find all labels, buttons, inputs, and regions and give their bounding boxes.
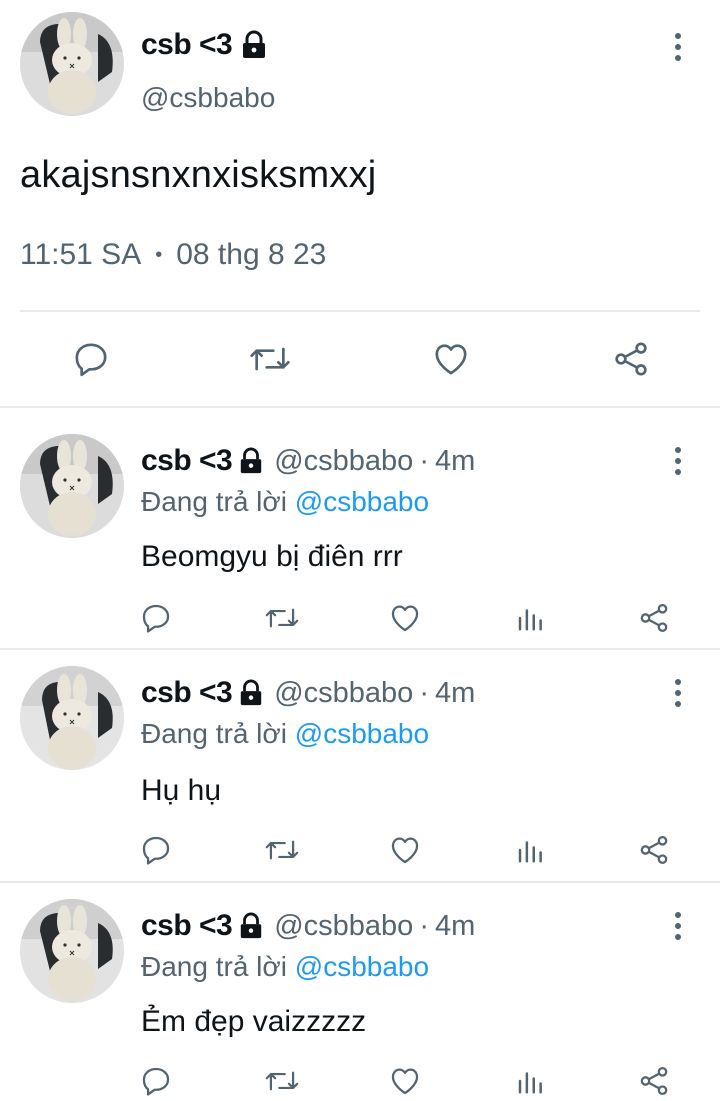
- replying-prefix: Đang trả lời: [141, 718, 287, 749]
- tweet-timestamp[interactable]: 11:51 SA • 08 thg 8 23: [20, 238, 326, 272]
- share-button[interactable]: [634, 830, 674, 870]
- retweet-button[interactable]: [262, 598, 302, 638]
- more-icon[interactable]: [668, 444, 688, 478]
- display-name-text[interactable]: csb <3: [141, 28, 233, 62]
- avatar-image: [20, 666, 124, 770]
- reply-button[interactable]: [68, 336, 114, 382]
- share-button[interactable]: [634, 1061, 674, 1101]
- retweet-button[interactable]: [246, 336, 294, 382]
- mention-link[interactable]: @csbbabo: [295, 486, 429, 517]
- reply-header: csb <3 @csbbabo · 4m: [141, 676, 475, 710]
- tweet-text: Hụ hụ: [141, 774, 222, 807]
- like-icon: [391, 1068, 419, 1095]
- timestamp[interactable]: 4m: [435, 910, 475, 943]
- avatar[interactable]: [20, 12, 124, 116]
- avatar-image: [20, 434, 124, 538]
- share-button[interactable]: [608, 336, 654, 382]
- retweet-icon: [250, 347, 290, 371]
- analytics-button[interactable]: [510, 1061, 550, 1101]
- share-icon: [640, 835, 668, 865]
- handle[interactable]: @csbbabo: [141, 82, 275, 114]
- share-icon: [640, 1066, 668, 1096]
- more-icon[interactable]: [668, 676, 688, 710]
- reply-button[interactable]: [136, 830, 176, 870]
- tweet-time: 11:51 SA: [20, 238, 142, 271]
- avatar-image: [20, 899, 124, 1003]
- reply-header: csb <3 @csbbabo · 4m: [141, 909, 475, 943]
- avatar[interactable]: [20, 899, 124, 1003]
- handle[interactable]: @csbbabo: [274, 910, 413, 943]
- reply-icon: [142, 1067, 170, 1096]
- replying-to: Đang trả lời @csbbabo: [141, 718, 429, 750]
- avatar[interactable]: [20, 666, 124, 770]
- reply-icon: [142, 604, 170, 633]
- tweet-text: Beomgyu bị điên rrr: [141, 540, 403, 573]
- replying-to: Đang trả lời @csbbabo: [141, 951, 429, 983]
- reply-icon: [75, 343, 107, 377]
- like-icon: [435, 344, 467, 375]
- retweet-icon: [265, 608, 299, 628]
- analytics-icon: [518, 1072, 542, 1094]
- avatar[interactable]: [20, 434, 124, 538]
- analytics-button[interactable]: [510, 598, 550, 638]
- lock-icon: [241, 679, 262, 706]
- tweet-text: akajsnsnxnxisksmxxj: [20, 154, 377, 196]
- like-button[interactable]: [428, 336, 474, 382]
- lock-icon: [243, 30, 266, 58]
- tweet-date: 08 thg 8 23: [176, 238, 327, 271]
- tweet-text: Ẻm đẹp vaizzzzz: [141, 1005, 367, 1038]
- display-name[interactable]: csb <3: [141, 909, 233, 943]
- share-icon: [615, 342, 647, 376]
- handle[interactable]: @csbbabo: [274, 445, 413, 478]
- like-button[interactable]: [385, 830, 425, 870]
- analytics-button[interactable]: [510, 830, 550, 870]
- analytics-icon: [518, 841, 542, 863]
- retweet-icon: [265, 840, 299, 860]
- retweet-button[interactable]: [262, 830, 302, 870]
- lock-icon: [241, 447, 262, 474]
- reply-tweet[interactable]: csb <3 @csbbabo · 4m Đang trả lời @csbba…: [0, 408, 720, 648]
- handle[interactable]: @csbbabo: [274, 677, 413, 710]
- display-name[interactable]: csb <3: [141, 676, 233, 710]
- mention-link[interactable]: @csbbabo: [295, 951, 429, 982]
- more-icon[interactable]: [668, 909, 688, 943]
- meta-separator: ·: [419, 444, 429, 477]
- more-icon[interactable]: [668, 30, 688, 64]
- like-icon: [391, 605, 419, 632]
- retweet-icon: [265, 1071, 299, 1091]
- retweet-button[interactable]: [262, 1061, 302, 1101]
- reply-button[interactable]: [136, 598, 176, 638]
- like-button[interactable]: [385, 1061, 425, 1101]
- like-button[interactable]: [385, 598, 425, 638]
- replying-prefix: Đang trả lời: [141, 486, 287, 517]
- replying-to: Đang trả lời @csbbabo: [141, 486, 429, 518]
- timestamp[interactable]: 4m: [435, 445, 475, 478]
- reply-tweet[interactable]: csb <3 @csbbabo · 4m Đang trả lời @csbba…: [0, 883, 720, 1101]
- share-icon: [640, 603, 668, 633]
- reply-header: csb <3 @csbbabo · 4m: [141, 444, 475, 478]
- mention-link[interactable]: @csbbabo: [295, 718, 429, 749]
- meta-separator: ·: [419, 909, 429, 942]
- lock-icon: [241, 912, 262, 939]
- meta-separator: ·: [419, 676, 429, 709]
- reply-button[interactable]: [136, 1061, 176, 1101]
- timestamp[interactable]: 4m: [435, 677, 475, 710]
- analytics-icon: [518, 609, 542, 631]
- display-name[interactable]: csb <3: [141, 444, 233, 478]
- like-icon: [391, 837, 419, 864]
- display-name[interactable]: csb <3: [141, 28, 268, 62]
- reply-tweet[interactable]: csb <3 @csbbabo · 4m Đang trả lời @csbba…: [0, 650, 720, 882]
- avatar-image: [20, 12, 124, 116]
- share-button[interactable]: [634, 598, 674, 638]
- divider: [20, 310, 700, 312]
- reply-icon: [142, 836, 170, 865]
- meta-separator: •: [155, 243, 163, 266]
- replying-prefix: Đang trả lời: [141, 951, 287, 982]
